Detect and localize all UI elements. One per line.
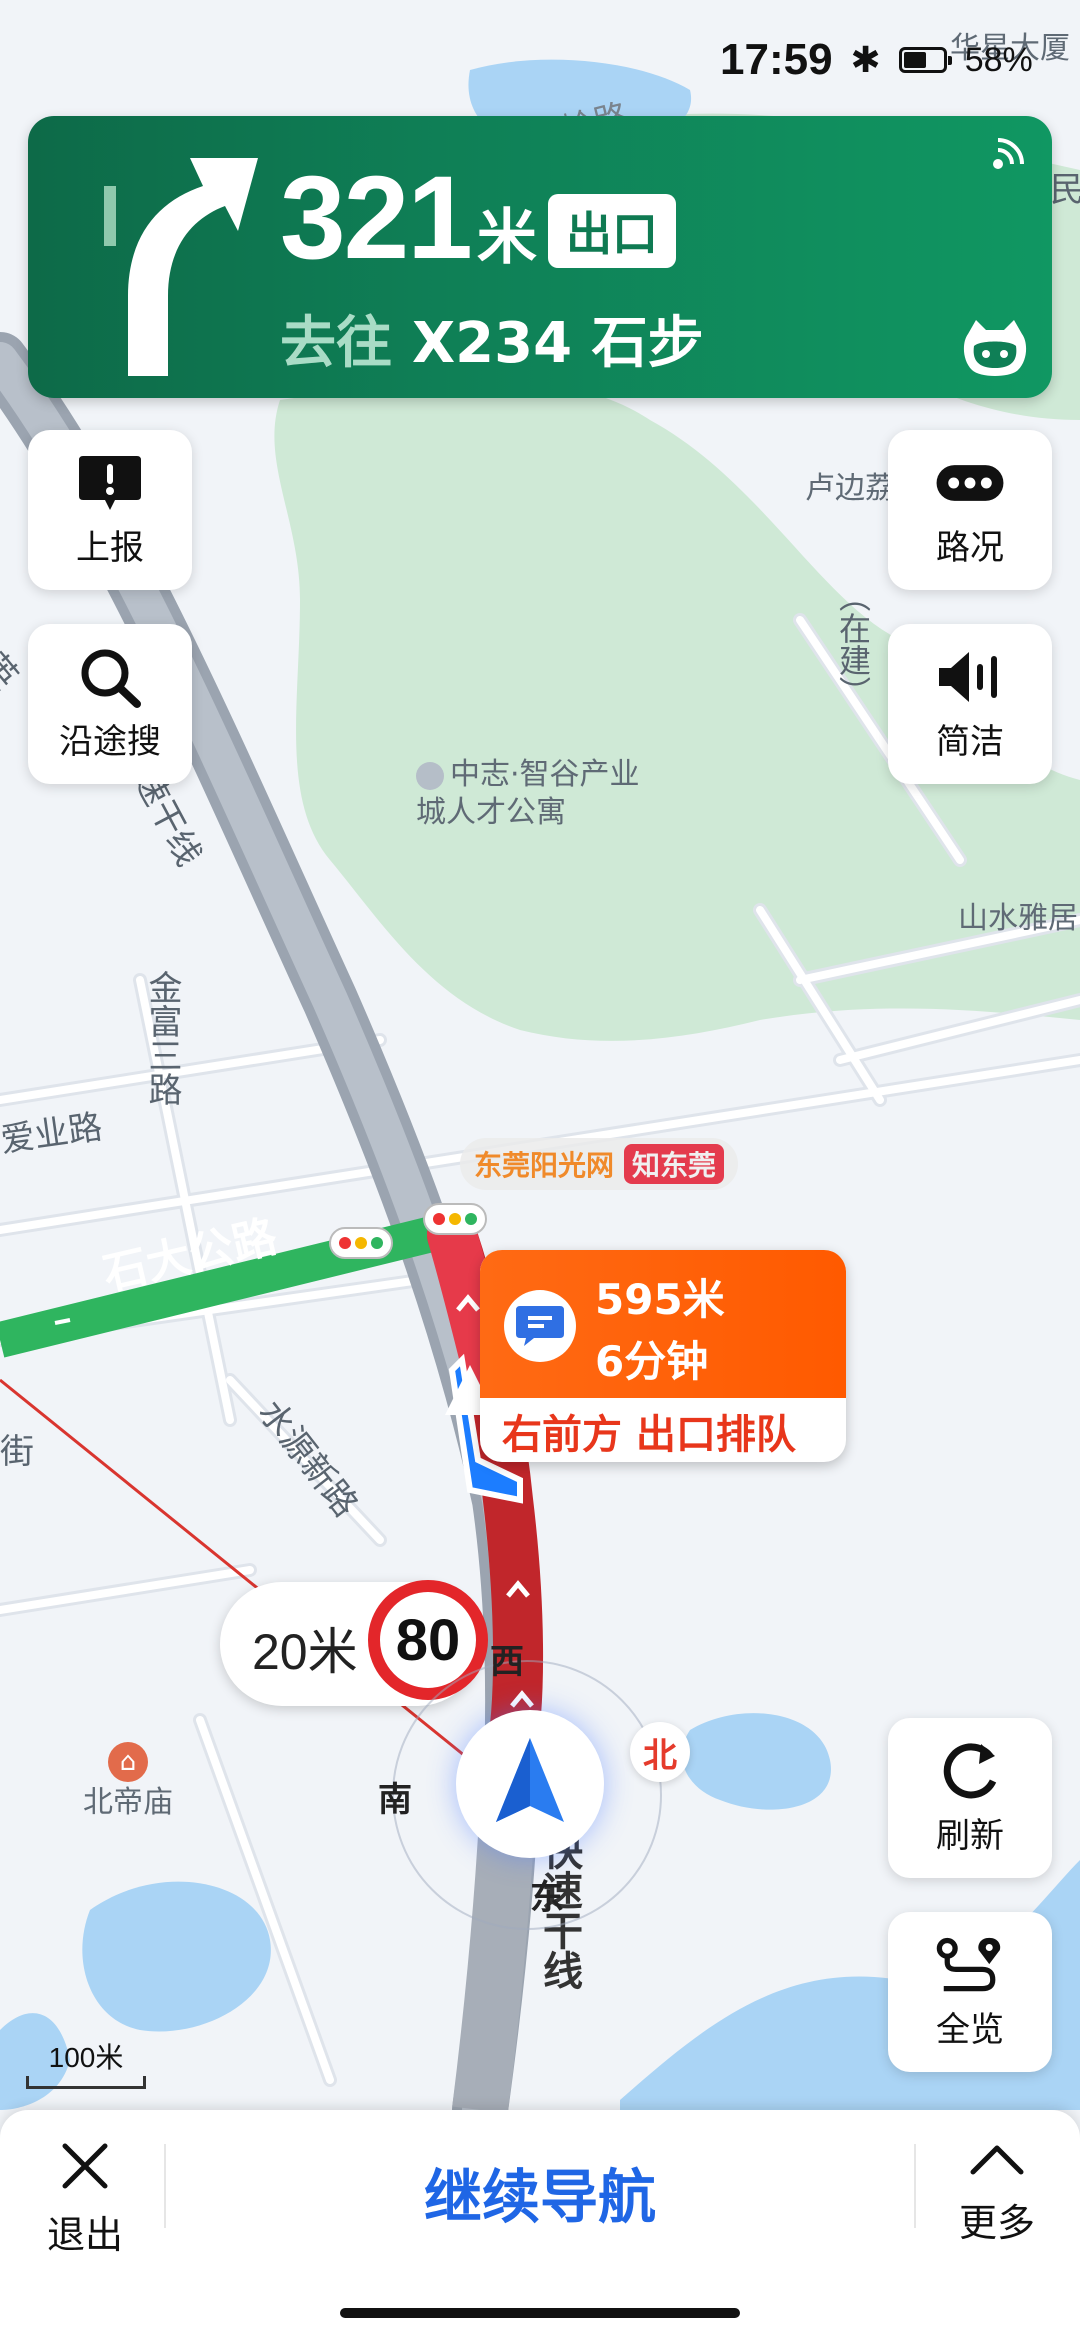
temple-pin-icon: ⌂	[108, 1742, 148, 1782]
exit-navigation-button[interactable]: 退出	[30, 2140, 140, 2259]
destination-name: X234 石步	[412, 311, 704, 376]
report-alert-icon	[75, 452, 145, 514]
watermark-sun-logo: 东莞阳光网	[474, 1149, 615, 1182]
jam-distance: 595米	[595, 1275, 725, 1324]
refresh-route-label: 刷新	[936, 1815, 1004, 1856]
search-along-button[interactable]: 沿途搜	[28, 624, 192, 784]
search-icon	[75, 646, 145, 708]
jam-description: 右前方 出口排队	[502, 1412, 796, 1458]
route-overview-icon	[935, 1934, 1005, 1996]
poi-shanshui[interactable]: 山水雅居	[958, 900, 1078, 938]
jam-duration: 6分钟	[595, 1337, 709, 1386]
bluetooth-icon: ✱	[850, 39, 881, 80]
road-label-jie: 街	[0, 1432, 34, 1472]
destination-prefix: 去往	[280, 311, 392, 376]
battery-icon	[898, 47, 952, 73]
divider-left	[164, 2144, 166, 2228]
chevron-up-icon	[970, 2145, 1024, 2175]
route-overview-button[interactable]: 全览	[888, 1912, 1052, 2072]
maneuver-distance: 321 米	[280, 150, 537, 286]
home-indicator[interactable]	[340, 2308, 740, 2318]
watermark: 东莞阳光网 知东莞	[460, 1138, 739, 1190]
divider-right	[914, 2144, 916, 2228]
concise-voice-label: 简洁	[936, 721, 1004, 762]
compass-north: 北	[630, 1722, 690, 1782]
voice-assistant-mascot-icon[interactable]	[958, 316, 1032, 380]
traffic-popup-header: 595米 6分钟	[480, 1250, 846, 1398]
road-label-jinfu: 金富三路	[142, 970, 182, 1106]
compass-south: 南	[378, 1780, 412, 1820]
exit-badge: 出口	[548, 194, 676, 268]
building-pin-icon	[416, 761, 444, 790]
scale-label: 100米	[48, 2042, 124, 2073]
more-label: 更多	[958, 2201, 1035, 2245]
close-icon	[62, 2143, 108, 2189]
compass-west: 西	[490, 1642, 524, 1682]
report-button[interactable]: 上报	[28, 430, 192, 590]
distance-value: 321	[280, 152, 473, 284]
turn-slight-right-arrow-icon	[104, 158, 258, 376]
map-scale: 100米	[26, 2036, 146, 2089]
traffic-event-popup[interactable]: 595米 6分钟 右前方 出口排队	[480, 1250, 846, 1462]
concise-voice-button[interactable]: 简洁	[888, 624, 1052, 784]
more-button[interactable]: 更多	[942, 2140, 1052, 2247]
exit-label: 退出	[46, 2213, 123, 2257]
road-label-inbuild: （在建）	[834, 580, 872, 708]
watermark-zhidongguan-logo: 知东莞	[624, 1144, 725, 1184]
compass-east: 东	[530, 1878, 564, 1918]
traffic-button-label: 路况	[936, 527, 1004, 568]
destination-line: 去往 X234 石步	[280, 298, 704, 379]
gps-signal-icon	[993, 138, 1024, 169]
poi-lubian[interactable]: 卢边荔	[805, 470, 895, 508]
scale-bar	[26, 2076, 146, 2089]
refresh-route-button[interactable]: 刷新	[888, 1718, 1052, 1878]
route-overview-label: 全览	[936, 2009, 1004, 2050]
poi-zhongzhi[interactable]: 中志·智谷产业城人才公寓	[416, 756, 656, 832]
refresh-icon	[935, 1740, 1005, 1802]
traffic-button[interactable]: 路况	[888, 430, 1052, 590]
battery-percent: 58%	[964, 40, 1033, 79]
current-location-puck	[456, 1710, 604, 1858]
search-along-label: 沿途搜	[59, 721, 161, 762]
turn-guidance-panel[interactable]: 321 米 出口 去往 X234 石步	[28, 116, 1052, 398]
clock: 17:59	[720, 35, 833, 84]
report-button-label: 上报	[76, 527, 144, 568]
speaker-icon	[935, 646, 1005, 708]
poi-beidimiao[interactable]: ⌂ 北帝庙	[68, 1742, 188, 1822]
traffic-dots-icon	[935, 452, 1005, 514]
status-bar: 17:59 ✱ 58%	[720, 30, 1070, 90]
message-bubble-icon	[504, 1290, 576, 1362]
road-label-min: 民	[1050, 170, 1080, 210]
distance-unit: 米	[476, 204, 537, 271]
camera-distance: 20米	[252, 1624, 358, 1680]
bottom-navigation-bar: 退出 继续导航 更多	[0, 2110, 1080, 2340]
continue-navigation-button[interactable]: 继续导航	[300, 2150, 780, 2234]
navigation-arrow-icon	[496, 1738, 564, 1822]
